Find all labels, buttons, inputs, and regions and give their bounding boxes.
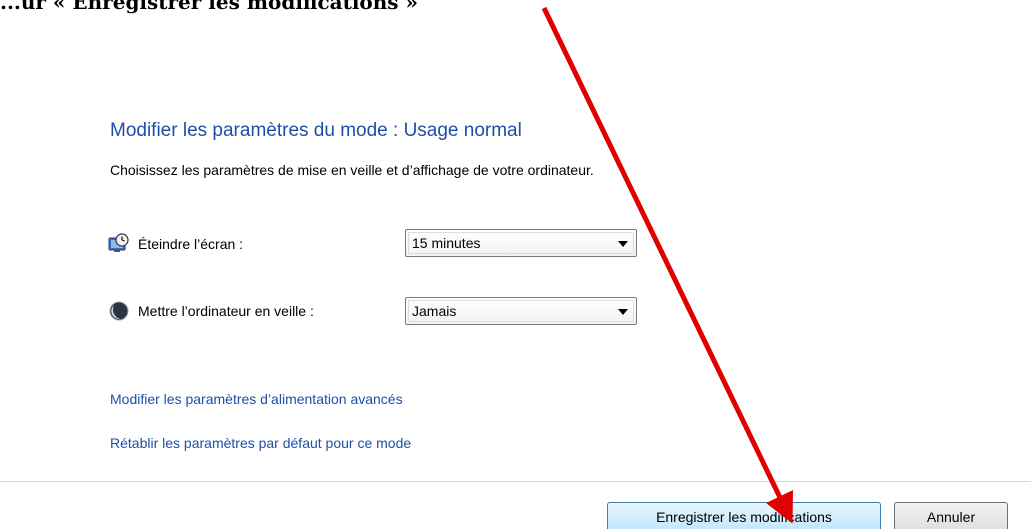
screen-off-select[interactable]: 15 minutes xyxy=(405,229,637,257)
screen-off-value: 15 minutes xyxy=(412,235,481,251)
page-subtitle: Choisissez les paramètres de mise en vei… xyxy=(110,162,594,178)
sleep-label: Mettre l’ordinateur en veille : xyxy=(138,303,314,319)
annotation-arrow-line xyxy=(541,6,793,524)
screen-off-label: Éteindre l’écran : xyxy=(138,236,244,252)
chevron-down-icon xyxy=(618,309,628,315)
sleep-row: Mettre l’ordinateur en veille : xyxy=(108,296,314,326)
moon-icon xyxy=(108,300,130,322)
restore-defaults-link[interactable]: Rétablir les paramètres par défaut pour … xyxy=(110,435,411,451)
chevron-down-icon xyxy=(618,241,628,247)
annotation-caption: ...ur « Enregistrer les modifications » xyxy=(0,0,419,14)
footer-divider xyxy=(0,481,1031,482)
advanced-settings-link[interactable]: Modifier les paramètres d’alimentation a… xyxy=(110,391,403,407)
display-clock-icon xyxy=(108,233,130,255)
sleep-value: Jamais xyxy=(412,303,457,319)
sleep-select[interactable]: Jamais xyxy=(405,297,637,325)
screen-off-row: Éteindre l’écran : xyxy=(108,229,243,259)
save-changes-button[interactable]: Enregistrer les modifications xyxy=(607,502,881,529)
page-title: Modifier les paramètres du mode : Usage … xyxy=(110,120,522,141)
cancel-button[interactable]: Annuler xyxy=(894,502,1008,529)
